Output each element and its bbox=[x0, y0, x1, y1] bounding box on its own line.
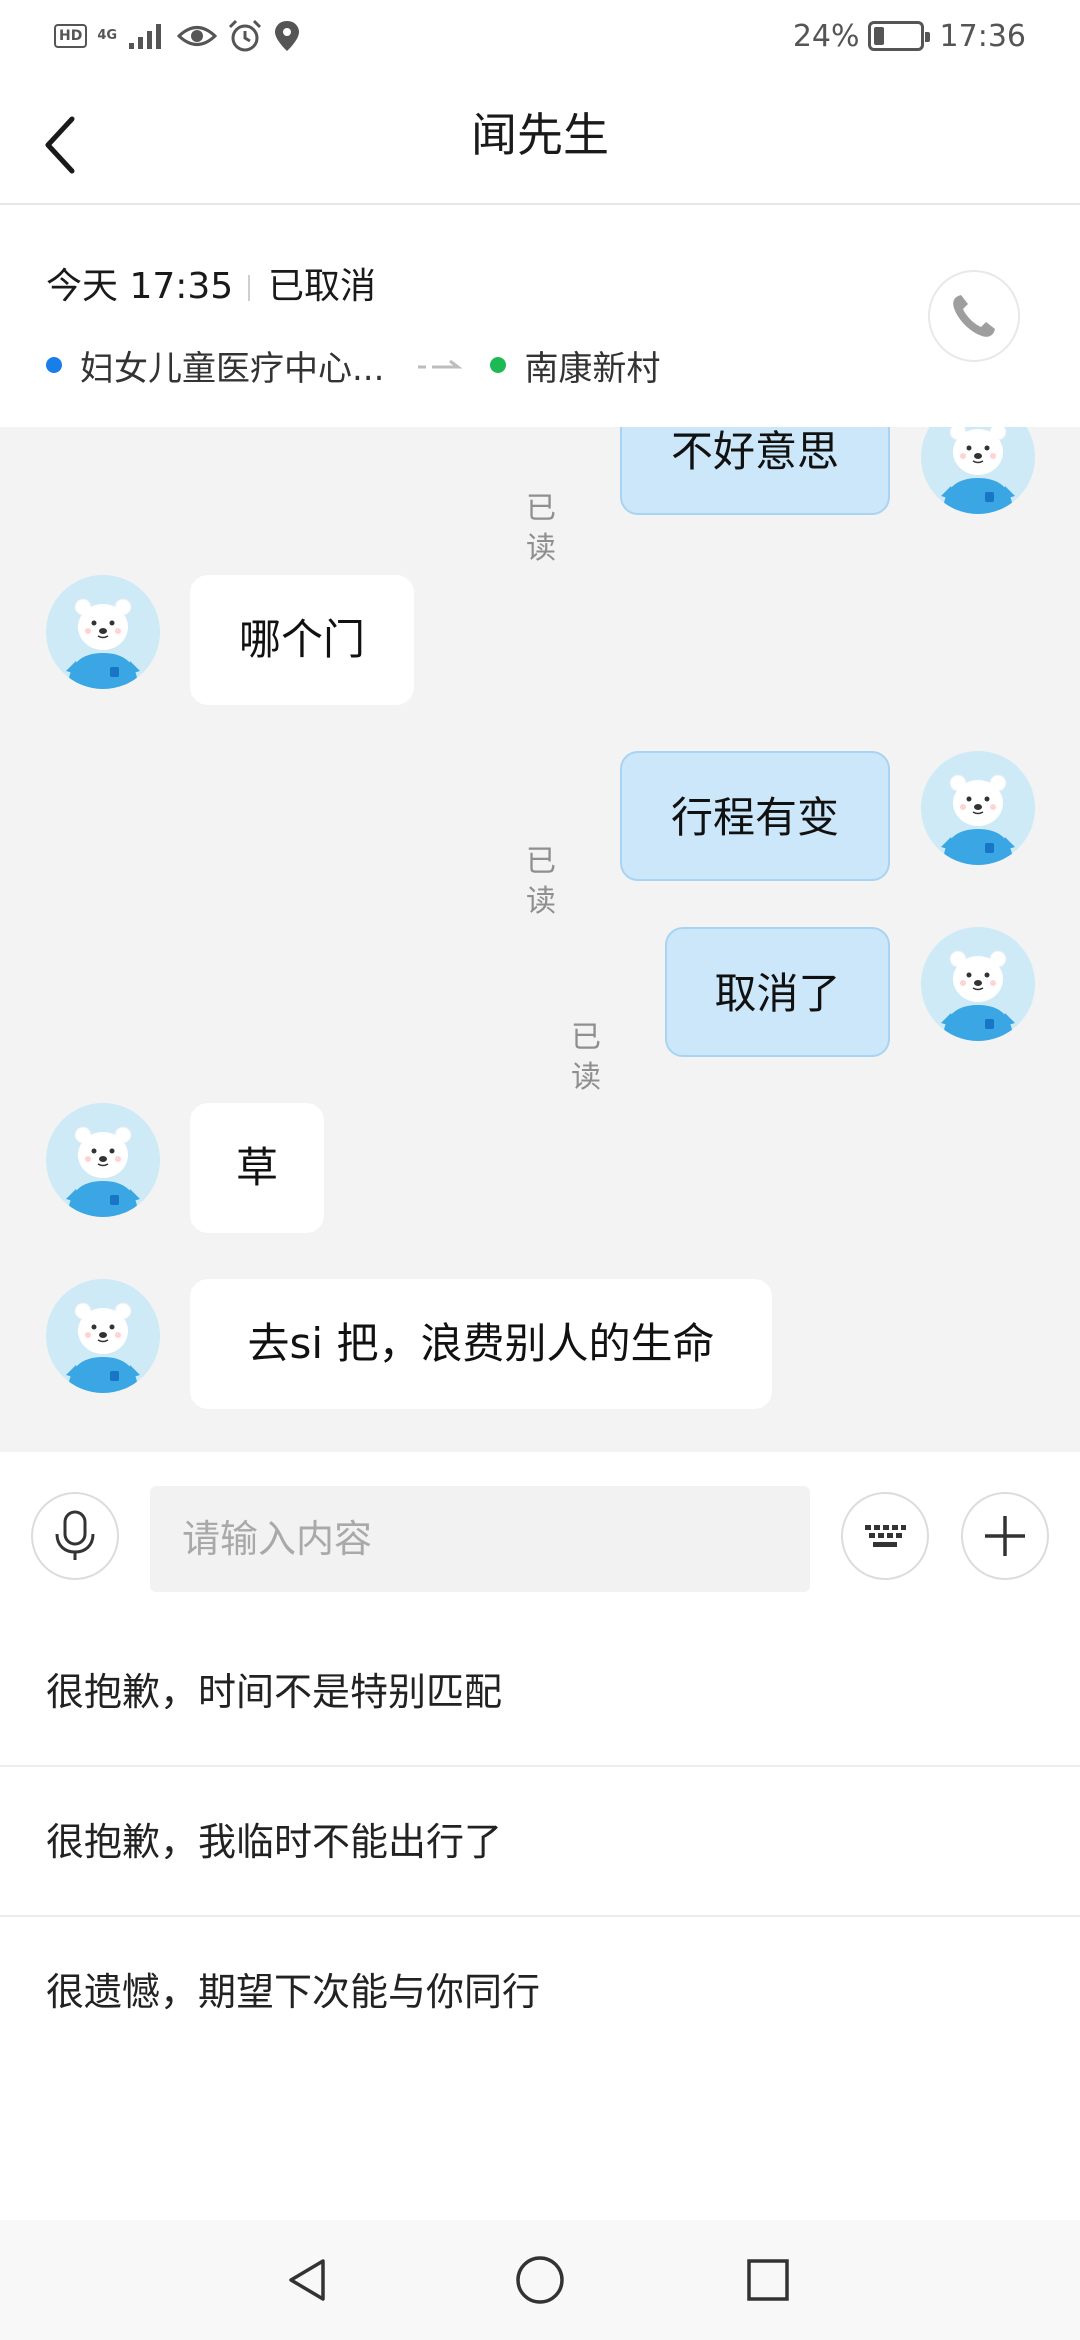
nav-back-button[interactable] bbox=[268, 2240, 348, 2320]
add-button[interactable] bbox=[961, 1492, 1049, 1580]
message-input[interactable] bbox=[150, 1486, 810, 1592]
network-type: 4G bbox=[97, 28, 118, 43]
quick-reply-item[interactable]: 很遗憾，期望下次能与你同行 bbox=[0, 1917, 1080, 2067]
trip-destination: 南康新村 bbox=[524, 348, 661, 389]
nav-recents-button[interactable] bbox=[728, 2240, 808, 2320]
trip-status: 已取消 bbox=[268, 266, 377, 307]
header: 闻先生 bbox=[0, 75, 1080, 205]
input-bar bbox=[0, 1452, 1080, 1617]
trip-origin: 妇女儿童医疗中心... bbox=[80, 348, 385, 389]
phone-icon bbox=[953, 295, 995, 337]
keyboard-icon bbox=[865, 1525, 906, 1547]
circle-home-icon bbox=[516, 2256, 564, 2304]
read-receipt: 已读 bbox=[526, 844, 556, 919]
nav-home-button[interactable] bbox=[500, 2240, 580, 2320]
eye-icon bbox=[177, 26, 218, 46]
system-nav-bar bbox=[0, 2220, 1080, 2340]
origin-dot-icon bbox=[46, 357, 62, 373]
trip-route: 妇女儿童医疗中心... 南康新村 bbox=[46, 335, 660, 395]
chat-area[interactable]: 不好意思 已读 哪个门 行程有变 已读 取消了 已读 草 去si 把，浪费别人的… bbox=[0, 427, 1080, 1452]
bear-avatar-icon bbox=[46, 1279, 160, 1393]
quick-reply-list: 很抱歉，时间不是特别匹配 很抱歉，我临时不能出行了 很遗憾，期望下次能与你同行 bbox=[0, 1617, 1080, 2067]
trip-card[interactable]: 今天 17:35 已取消 妇女儿童医疗中心... 南康新村 bbox=[0, 207, 1080, 427]
location-icon bbox=[275, 21, 300, 51]
avatar[interactable] bbox=[46, 1103, 160, 1217]
quick-reply-item[interactable]: 很抱歉，我临时不能出行了 bbox=[0, 1767, 1080, 1917]
bear-avatar-icon bbox=[46, 1103, 160, 1217]
avatar[interactable] bbox=[46, 1279, 160, 1393]
avatar[interactable] bbox=[921, 427, 1035, 514]
battery-percent: 24% bbox=[792, 18, 860, 54]
read-receipt: 已读 bbox=[571, 1020, 601, 1095]
square-recents-icon bbox=[747, 2259, 789, 2301]
status-bar: HD 4G 24% 17:36 bbox=[0, 0, 1080, 75]
destination-dot-icon bbox=[490, 357, 507, 373]
microphone-icon bbox=[55, 1510, 95, 1560]
read-receipt: 已读 bbox=[526, 491, 556, 566]
bear-avatar-icon bbox=[921, 751, 1035, 865]
status-left-icons: HD 4G bbox=[54, 18, 301, 54]
battery-level bbox=[873, 27, 885, 45]
signal-icon bbox=[129, 24, 162, 49]
avatar[interactable] bbox=[921, 927, 1035, 1041]
message-bubble[interactable]: 行程有变 bbox=[620, 751, 890, 881]
alarm-icon bbox=[229, 19, 262, 52]
message-bubble[interactable]: 取消了 bbox=[665, 927, 890, 1057]
route-arrow-icon bbox=[418, 359, 463, 369]
call-button[interactable] bbox=[928, 270, 1020, 362]
status-time: 17:36 bbox=[939, 18, 1026, 54]
page-title: 闻先生 bbox=[471, 108, 609, 162]
hd-badge: HD bbox=[54, 24, 88, 48]
avatar[interactable] bbox=[921, 751, 1035, 865]
bear-avatar-icon bbox=[46, 575, 160, 689]
bear-avatar-icon bbox=[921, 927, 1035, 1041]
message-bubble[interactable]: 去si 把，浪费别人的生命 bbox=[190, 1279, 772, 1409]
status-right: 24% 17:36 bbox=[793, 18, 1026, 54]
bear-avatar-icon bbox=[921, 427, 1035, 514]
message-bubble[interactable]: 不好意思 bbox=[620, 427, 890, 515]
divider bbox=[248, 275, 250, 301]
message-bubble[interactable]: 草 bbox=[190, 1103, 324, 1233]
triangle-back-icon bbox=[289, 2259, 325, 2301]
trip-time: 今天 17:35 bbox=[46, 266, 234, 307]
avatar[interactable] bbox=[46, 575, 160, 689]
message-bubble[interactable]: 哪个门 bbox=[190, 575, 414, 705]
keyboard-button[interactable] bbox=[841, 1492, 929, 1580]
plus-icon bbox=[985, 1516, 1025, 1556]
battery-icon bbox=[867, 21, 930, 51]
voice-button[interactable] bbox=[31, 1492, 119, 1580]
quick-reply-item[interactable]: 很抱歉，时间不是特别匹配 bbox=[0, 1617, 1080, 1767]
